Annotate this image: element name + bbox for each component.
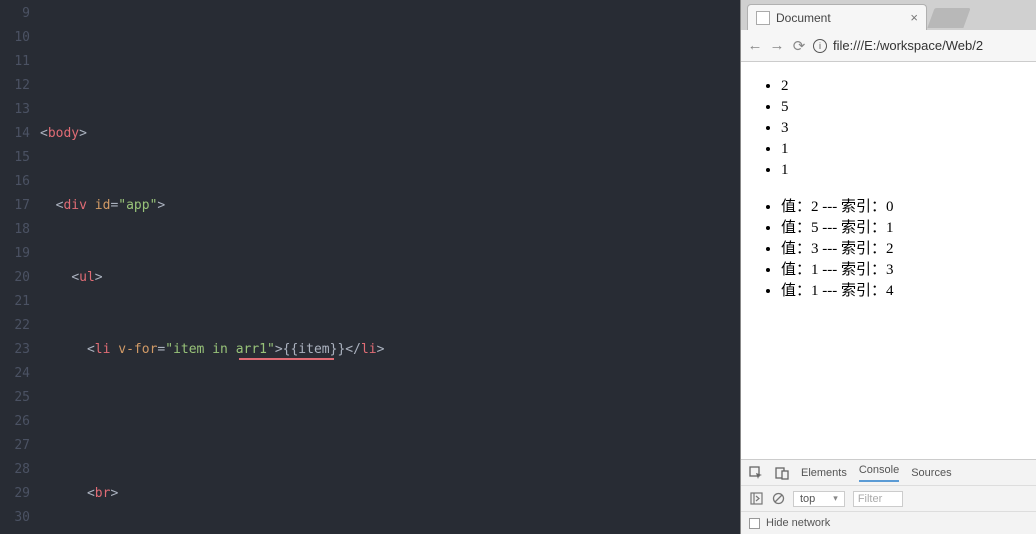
line-number: 27 <box>0 434 30 458</box>
line-number: 12 <box>0 74 30 98</box>
devtools-panel: Elements Console Sources top▾ Filter Hid… <box>741 459 1036 534</box>
context-select[interactable]: top▾ <box>793 491 845 507</box>
line-number: 11 <box>0 50 30 74</box>
list-item: 值：5 --- 索引：1 <box>781 218 1024 239</box>
line-number: 29 <box>0 482 30 506</box>
device-toggle-icon[interactable] <box>775 466 789 480</box>
list-item: 3 <box>781 118 1024 139</box>
browser-address-bar: ← → ⟳ i file:///E:/workspace/Web/2 <box>741 30 1036 62</box>
lint-underline <box>239 358 334 360</box>
devtools-tab-elements[interactable]: Elements <box>801 467 847 479</box>
line-number: 24 <box>0 362 30 386</box>
line-number: 14 <box>0 122 30 146</box>
url-text[interactable]: file:///E:/workspace/Web/2 <box>833 38 1030 53</box>
line-number: 13 <box>0 98 30 122</box>
output-list-1: 2 5 3 1 1 <box>753 76 1024 181</box>
devtools-options: Hide network <box>741 512 1036 534</box>
line-number: 21 <box>0 290 30 314</box>
code-line[interactable]: <br> <box>40 482 740 506</box>
line-number: 22 <box>0 314 30 338</box>
new-tab-button[interactable] <box>927 8 970 28</box>
browser-tabbar: Document × <box>741 0 1036 30</box>
devtools-tabs: Elements Console Sources <box>741 460 1036 486</box>
rendered-page: 2 5 3 1 1 值：2 --- 索引：0 值：5 --- 索引：1 值：3 … <box>741 62 1036 459</box>
tab-title: Document <box>776 11 831 25</box>
devtools-tab-sources[interactable]: Sources <box>911 467 951 479</box>
hide-network-checkbox[interactable] <box>749 518 760 529</box>
code-line[interactable]: <li v-for="item in arr1">{{item}}</li> <box>40 338 740 362</box>
line-number: 28 <box>0 458 30 482</box>
browser-tab[interactable]: Document × <box>747 4 927 30</box>
hide-network-label: Hide network <box>766 517 830 529</box>
code-line[interactable]: <ul> <box>40 266 740 290</box>
list-item: 值：3 --- 索引：2 <box>781 239 1024 260</box>
list-item: 1 <box>781 139 1024 160</box>
inspect-icon[interactable] <box>749 466 763 480</box>
code-editor[interactable]: 9 10 11 12 13 14 15 16 17 18 19 20 21 22… <box>0 0 740 534</box>
output-list-2: 值：2 --- 索引：0 值：5 --- 索引：1 值：3 --- 索引：2 值… <box>753 197 1024 302</box>
list-item: 2 <box>781 76 1024 97</box>
list-item: 值：2 --- 索引：0 <box>781 197 1024 218</box>
line-number: 10 <box>0 26 30 50</box>
line-number: 23 <box>0 338 30 362</box>
code-line[interactable] <box>40 50 740 74</box>
line-number-gutter: 9 10 11 12 13 14 15 16 17 18 19 20 21 22… <box>0 0 40 534</box>
line-number: 26 <box>0 410 30 434</box>
list-item: 值：1 --- 索引：3 <box>781 260 1024 281</box>
code-line[interactable]: <div id="app"> <box>40 194 740 218</box>
line-number: 30 <box>0 506 30 530</box>
console-sidebar-icon[interactable] <box>749 492 763 506</box>
devtools-filter-bar: top▾ Filter <box>741 486 1036 512</box>
favicon-icon <box>756 11 770 25</box>
code-line[interactable]: <body> <box>40 122 740 146</box>
line-number: 20 <box>0 266 30 290</box>
list-item: 5 <box>781 97 1024 118</box>
filter-input[interactable]: Filter <box>853 491 903 507</box>
devtools-tab-console[interactable]: Console <box>859 464 899 482</box>
list-item: 1 <box>781 160 1024 181</box>
forward-button[interactable]: → <box>769 37 785 54</box>
line-number: 18 <box>0 218 30 242</box>
line-number: 17 <box>0 194 30 218</box>
clear-console-icon[interactable] <box>771 492 785 506</box>
list-item: 值：1 --- 索引：4 <box>781 281 1024 302</box>
code-area[interactable]: <body> <div id="app"> <ul> <li v-for="it… <box>40 0 740 534</box>
line-number: 16 <box>0 170 30 194</box>
line-number: 15 <box>0 146 30 170</box>
browser-window: Document × ← → ⟳ i file:///E:/workspace/… <box>740 0 1036 534</box>
reload-button[interactable]: ⟳ <box>791 37 807 55</box>
line-number: 25 <box>0 386 30 410</box>
line-number: 9 <box>0 2 30 26</box>
tab-close-button[interactable]: × <box>910 10 918 25</box>
back-button[interactable]: ← <box>747 37 763 54</box>
line-number: 19 <box>0 242 30 266</box>
code-line[interactable] <box>40 410 740 434</box>
site-info-icon[interactable]: i <box>813 39 827 53</box>
